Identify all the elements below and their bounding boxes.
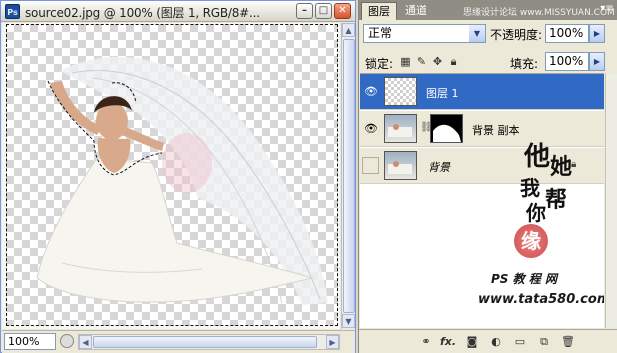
scroll-down-icon[interactable]: ▼ xyxy=(342,314,355,328)
seal-text: 缘 xyxy=(521,229,541,253)
site-name: PS 教 程 网 xyxy=(491,272,557,286)
layer-name[interactable]: 图层 1 xyxy=(426,85,459,101)
fx-icon[interactable]: fx. xyxy=(439,334,457,350)
tab-layers[interactable]: 图层 xyxy=(361,2,397,20)
status-info-icon[interactable] xyxy=(60,334,74,348)
opacity-label: 不透明度: xyxy=(490,28,543,42)
layers-list: 👁︎ 图层 1 👁︎ ⛓︎ 背景 副本 背景 🔒︎ 他 她 我 帮 你 缘 PS… xyxy=(360,73,604,328)
vertical-scrollbar[interactable]: ▲ ▼ xyxy=(341,23,355,329)
fill-input[interactable]: 100% xyxy=(545,52,589,71)
document-window: Ps source02.jpg @ 100% (图层 1, RGB/8#... … xyxy=(0,0,356,353)
lock-position-icon[interactable]: ✥ xyxy=(431,55,444,68)
panel-scrollbar[interactable] xyxy=(605,73,617,328)
opacity-slider-button[interactable]: ▶ xyxy=(589,24,605,43)
lock-label: 锁定: xyxy=(365,57,394,71)
minimize-button[interactable]: – xyxy=(296,3,313,19)
layer-row-layer1[interactable]: 👁︎ 图层 1 xyxy=(360,74,604,110)
calligraphy-char: 帮 xyxy=(545,187,568,213)
panel-tabbar: 图层 通道 思缘设计论坛 www.MISSYUAN.COM ▾≡ xyxy=(359,0,617,20)
red-seal-stamp: 缘 xyxy=(514,224,548,258)
blend-mode-select[interactable]: 正常 ▼ xyxy=(363,24,486,43)
chevron-down-icon[interactable]: ▼ xyxy=(469,25,485,42)
lock-paint-icon[interactable]: ✎ xyxy=(415,55,428,68)
blend-mode-value: 正常 xyxy=(368,26,393,40)
horizontal-scroll-thumb[interactable] xyxy=(93,336,317,348)
layer-thumbnail xyxy=(384,151,417,180)
mask-icon[interactable]: ◙ xyxy=(463,334,481,350)
minimize-icon: – xyxy=(302,5,307,16)
calligraphy-char: 你 xyxy=(526,201,546,225)
photo-thumbnail-icon xyxy=(388,124,412,137)
photo-thumbnail-icon xyxy=(388,161,412,174)
close-button[interactable]: ✕ xyxy=(334,3,351,19)
layer-name[interactable]: 背景 副本 xyxy=(472,122,520,138)
vertical-scroll-thumb[interactable] xyxy=(343,39,355,313)
zoom-level-field[interactable]: 100% xyxy=(4,333,56,350)
lock-all-icon[interactable]: 🔒︎ xyxy=(447,55,460,68)
scroll-up-icon[interactable]: ▲ xyxy=(342,23,355,37)
layer-thumbnail xyxy=(384,114,417,143)
folder-icon[interactable]: ▭ xyxy=(511,334,529,350)
document-title: source02.jpg @ 100% (图层 1, RGB/8#... xyxy=(25,6,260,20)
layers-panel: 图层 通道 思缘设计论坛 www.MISSYUAN.COM ▾≡ 正常 ▼ 不透… xyxy=(358,0,617,353)
visibility-toggle[interactable] xyxy=(362,157,379,174)
scroll-left-icon[interactable]: ◀ xyxy=(79,335,92,349)
eye-icon[interactable]: 👁︎ xyxy=(363,121,379,136)
fill-label: 填充: xyxy=(510,57,539,71)
calligraphy-char: 她 xyxy=(550,154,573,180)
panel-menu-icon[interactable]: ▾≡ xyxy=(599,3,615,17)
tab-channels[interactable]: 通道 xyxy=(399,2,433,20)
calligraphy-char: 他 xyxy=(524,142,551,172)
fill-slider-button[interactable]: ▶ xyxy=(589,52,605,71)
layers-bottom-toolbar: ⚭ fx. ◙ ◐ ▭ ⧉ 🗑︎ xyxy=(359,329,617,353)
opacity-input[interactable]: 100% xyxy=(545,24,589,43)
restore-icon: □ xyxy=(318,5,329,16)
layer-thumbnail xyxy=(384,77,417,106)
new-layer-icon[interactable]: ⧉ xyxy=(535,334,553,350)
screen: Ps source02.jpg @ 100% (图层 1, RGB/8#... … xyxy=(0,0,617,353)
close-icon: ✕ xyxy=(338,5,347,16)
document-titlebar[interactable]: Ps source02.jpg @ 100% (图层 1, RGB/8#... … xyxy=(1,1,355,22)
trash-icon[interactable]: 🗑︎ xyxy=(559,334,577,350)
adjustment-icon[interactable]: ◐ xyxy=(487,334,505,350)
restore-button[interactable]: □ xyxy=(315,3,332,19)
mask-shape-icon xyxy=(433,124,461,142)
scroll-right-icon[interactable]: ▶ xyxy=(326,335,339,349)
forum-watermark: 思缘设计论坛 www.MISSYUAN.COM xyxy=(463,8,615,18)
eye-icon[interactable]: 👁︎ xyxy=(363,84,379,99)
canvas-area[interactable] xyxy=(2,23,340,329)
horizontal-scrollbar[interactable]: ◀ ▶ xyxy=(78,334,340,350)
lock-transparent-icon[interactable]: ▦ xyxy=(399,55,412,68)
layer-row-background-copy[interactable]: 👁︎ ⛓︎ 背景 副本 xyxy=(360,111,604,147)
layer-name[interactable]: 背景 xyxy=(428,159,450,175)
photoshop-icon: Ps xyxy=(5,4,20,19)
site-url: www.tata580.com xyxy=(478,292,604,307)
bride-image xyxy=(36,56,328,306)
status-bar: 100% ◀ ▶ xyxy=(2,330,355,353)
layer-mask-thumbnail[interactable] xyxy=(430,114,463,143)
link-icon[interactable]: ⚭ xyxy=(417,334,435,350)
